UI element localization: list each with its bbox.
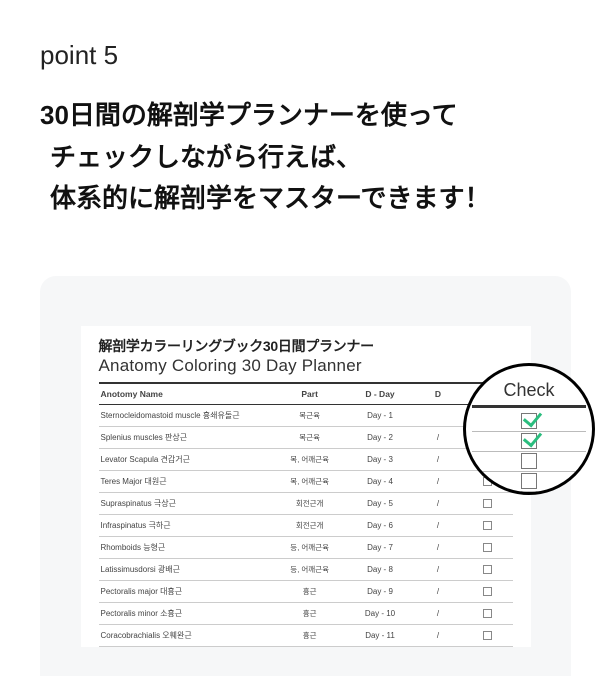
checkbox-empty-icon	[521, 473, 537, 489]
magnifier-row	[472, 412, 585, 432]
cell-name: Teres Major 대원근	[99, 470, 273, 492]
planner-table: Anotomy Name Part D - Day D Sternocleido…	[99, 382, 513, 647]
cell-check	[463, 492, 513, 514]
cell-name: Infraspinatus 극하근	[99, 514, 273, 536]
cell-part: 목, 어깨근육	[272, 470, 347, 492]
checkbox-empty-icon	[483, 543, 492, 552]
cell-dday: Day - 4	[347, 470, 413, 492]
headline-line-2: チェックしながら行えば、	[40, 137, 571, 179]
table-row: Rhomboids 능형근등, 어깨근육Day - 7/	[99, 536, 513, 558]
cell-date: /	[413, 602, 463, 624]
table-row: Sternocleidomastoid muscle 흉쇄유돌근목근육Day -…	[99, 404, 513, 426]
cell-name: Pectoralis major 대흉근	[99, 580, 273, 602]
cell-date: /	[413, 492, 463, 514]
cell-date: /	[413, 448, 463, 470]
cell-part: 회전근개	[272, 492, 347, 514]
cell-date: /	[413, 514, 463, 536]
cell-dday: Day - 7	[347, 536, 413, 558]
cell-dday: Day - 3	[347, 448, 413, 470]
headline-line-1: 30日間の解剖学プランナーを使って	[40, 95, 571, 137]
magnifier-circle: Check	[463, 363, 595, 495]
cell-part: 등, 어깨근육	[272, 558, 347, 580]
cell-date: /	[413, 536, 463, 558]
table-header-row: Anotomy Name Part D - Day D	[99, 383, 513, 405]
cell-part: 흉근	[272, 602, 347, 624]
magnifier-row	[472, 432, 585, 452]
cell-date: /	[413, 580, 463, 602]
cell-name: Supraspinatus 극상근	[99, 492, 273, 514]
planner-title-jp: 解剖学カラーリングブック30日間プランナー	[99, 336, 513, 356]
cell-name: Pectoralis minor 소흉근	[99, 602, 273, 624]
cell-check	[463, 514, 513, 536]
checkbox-empty-icon	[521, 453, 537, 469]
cell-name: Sternocleidomastoid muscle 흉쇄유돌근	[99, 404, 273, 426]
cell-check	[463, 624, 513, 646]
cell-check	[463, 558, 513, 580]
cell-name: Splenius muscles 판상근	[99, 426, 273, 448]
col-date: D	[413, 383, 463, 405]
col-part: Part	[272, 383, 347, 405]
checkbox-empty-icon	[483, 609, 492, 618]
table-row: Pectoralis minor 소흉근흉근Day - 10/	[99, 602, 513, 624]
cell-date: /	[413, 624, 463, 646]
cell-dday: Day - 5	[347, 492, 413, 514]
checkbox-empty-icon	[483, 521, 492, 530]
cell-dday: Day - 8	[347, 558, 413, 580]
cell-part: 흉근	[272, 624, 347, 646]
table-row: Supraspinatus 극상근회전근개Day - 5/	[99, 492, 513, 514]
table-row: Latissimusdorsi 광배근등, 어깨근육Day - 8/	[99, 558, 513, 580]
col-name: Anotomy Name	[99, 383, 273, 405]
table-row: Infraspinatus 극하근회전근개Day - 6/	[99, 514, 513, 536]
cell-part: 등, 어깨근육	[272, 536, 347, 558]
cell-dday: Day - 1	[347, 404, 413, 426]
checkbox-checked-icon	[521, 433, 537, 449]
cell-name: Rhomboids 능형근	[99, 536, 273, 558]
col-dday: D - Day	[347, 383, 413, 405]
checkbox-empty-icon	[483, 565, 492, 574]
cell-date: /	[413, 470, 463, 492]
cell-dday: Day - 2	[347, 426, 413, 448]
cell-name: Coracobrachialis 오훼완근	[99, 624, 273, 646]
feature-card: point 5 30日間の解剖学プランナーを使って チェックしながら行えば、 体…	[0, 0, 611, 689]
cell-part: 회전근개	[272, 514, 347, 536]
magnifier-label: Check	[503, 380, 554, 401]
table-row: Levator Scapula 견갑거근목, 어깨근육Day - 3/	[99, 448, 513, 470]
cell-check	[463, 602, 513, 624]
cell-date	[413, 404, 463, 426]
headline-line-3: 体系的に解剖学をマスターできます！	[40, 178, 571, 220]
checkbox-empty-icon	[483, 499, 492, 508]
cell-check	[463, 536, 513, 558]
planner-sheet: 解剖学カラーリングブック30日間プランナー Anatomy Coloring 3…	[81, 326, 531, 647]
cell-part: 흉근	[272, 580, 347, 602]
cell-dday: Day - 9	[347, 580, 413, 602]
planner-title-en: Anatomy Coloring 30 Day Planner	[99, 356, 513, 376]
checkbox-checked-icon	[521, 413, 537, 429]
headline: 30日間の解剖学プランナーを使って チェックしながら行えば、 体系的に解剖学をマ…	[40, 95, 571, 220]
magnifier-divider	[472, 405, 585, 408]
magnifier-row	[472, 452, 585, 472]
cell-part: 목근육	[272, 404, 347, 426]
point-label: point 5	[40, 40, 571, 71]
cell-name: Latissimusdorsi 광배근	[99, 558, 273, 580]
table-row: Splenius muscles 판상근목근육Day - 2/	[99, 426, 513, 448]
cell-dday: Day - 11	[347, 624, 413, 646]
table-row: Pectoralis major 대흉근흉근Day - 9/	[99, 580, 513, 602]
cell-date: /	[413, 426, 463, 448]
checkbox-empty-icon	[483, 587, 492, 596]
cell-check	[463, 580, 513, 602]
cell-name: Levator Scapula 견갑거근	[99, 448, 273, 470]
cell-part: 목근육	[272, 426, 347, 448]
table-row: Teres Major 대원근목, 어깨근육Day - 4/	[99, 470, 513, 492]
cell-date: /	[413, 558, 463, 580]
cell-dday: Day - 6	[347, 514, 413, 536]
cell-dday: Day - 10	[347, 602, 413, 624]
checkbox-empty-icon	[483, 631, 492, 640]
cell-part: 목, 어깨근육	[272, 448, 347, 470]
table-row: Coracobrachialis 오훼완근흉근Day - 11/	[99, 624, 513, 646]
